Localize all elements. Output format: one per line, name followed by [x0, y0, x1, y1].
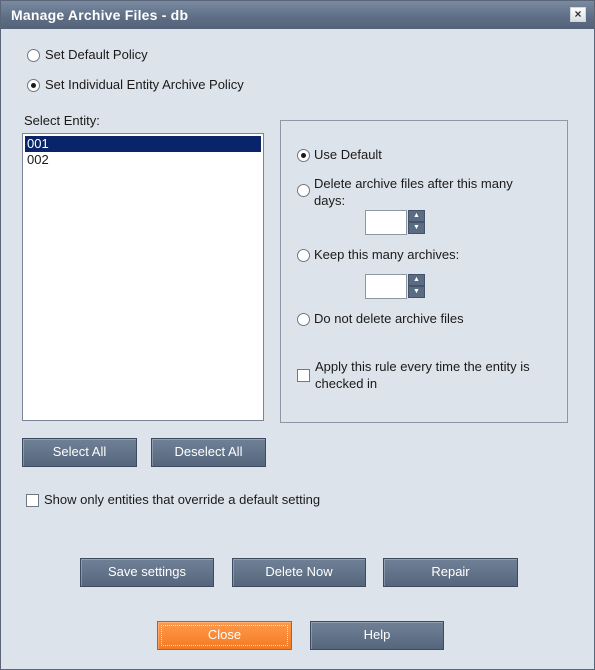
list-item-002[interactable]: 002 — [25, 152, 261, 168]
show-overrides-checkbox[interactable] — [26, 494, 39, 507]
use-default-label[interactable]: Use Default — [314, 147, 382, 162]
delete-now-button[interactable]: Delete Now — [232, 558, 366, 587]
keep-archives-label[interactable]: Keep this many archives: — [314, 247, 459, 262]
save-settings-button[interactable]: Save settings — [80, 558, 214, 587]
close-icon: × — [574, 7, 582, 21]
close-window-button[interactable]: × — [570, 7, 586, 22]
entity-listbox[interactable]: 001 002 — [22, 133, 264, 421]
apply-rule-checkbox[interactable] — [297, 369, 310, 382]
delete-after-days-label-line2[interactable]: days: — [314, 193, 345, 208]
apply-rule-label-line1[interactable]: Apply this rule every time the entity is — [315, 359, 530, 374]
default-policy-label[interactable]: Set Default Policy — [45, 47, 148, 62]
individual-policy-radio[interactable] — [27, 79, 40, 92]
default-policy-radio[interactable] — [27, 49, 40, 62]
do-not-delete-label[interactable]: Do not delete archive files — [314, 311, 464, 326]
window-title: Manage Archive Files - db — [11, 7, 189, 23]
individual-policy-label[interactable]: Set Individual Entity Archive Policy — [45, 77, 244, 92]
title-bar[interactable]: Manage Archive Files - db × — [1, 1, 594, 29]
keep-archives-radio[interactable] — [297, 249, 310, 262]
use-default-radio[interactable] — [297, 149, 310, 162]
days-input[interactable] — [365, 210, 407, 235]
up-arrow-icon[interactable]: ▲ — [408, 210, 425, 222]
repair-button[interactable]: Repair — [383, 558, 518, 587]
help-button[interactable]: Help — [310, 621, 444, 650]
delete-after-days-label-line1[interactable]: Delete archive files after this many — [314, 176, 513, 191]
do-not-delete-radio[interactable] — [297, 313, 310, 326]
select-all-button[interactable]: Select All — [22, 438, 137, 467]
up-arrow-icon[interactable]: ▲ — [408, 274, 425, 286]
down-arrow-icon[interactable]: ▼ — [408, 286, 425, 298]
close-button[interactable]: Close — [157, 621, 292, 650]
apply-rule-label-line2[interactable]: checked in — [315, 376, 377, 391]
archives-count-spinner[interactable]: ▲ ▼ — [365, 274, 426, 299]
down-arrow-icon[interactable]: ▼ — [408, 222, 425, 234]
manage-archive-dialog: Manage Archive Files - db × Set Default … — [0, 0, 595, 670]
deselect-all-button[interactable]: Deselect All — [151, 438, 266, 467]
days-spinner[interactable]: ▲ ▼ — [365, 210, 426, 235]
delete-after-days-radio[interactable] — [297, 184, 310, 197]
select-entity-label: Select Entity: — [24, 113, 100, 128]
list-item-001[interactable]: 001 — [25, 136, 261, 152]
archives-count-input[interactable] — [365, 274, 407, 299]
show-overrides-label[interactable]: Show only entities that override a defau… — [44, 492, 320, 507]
